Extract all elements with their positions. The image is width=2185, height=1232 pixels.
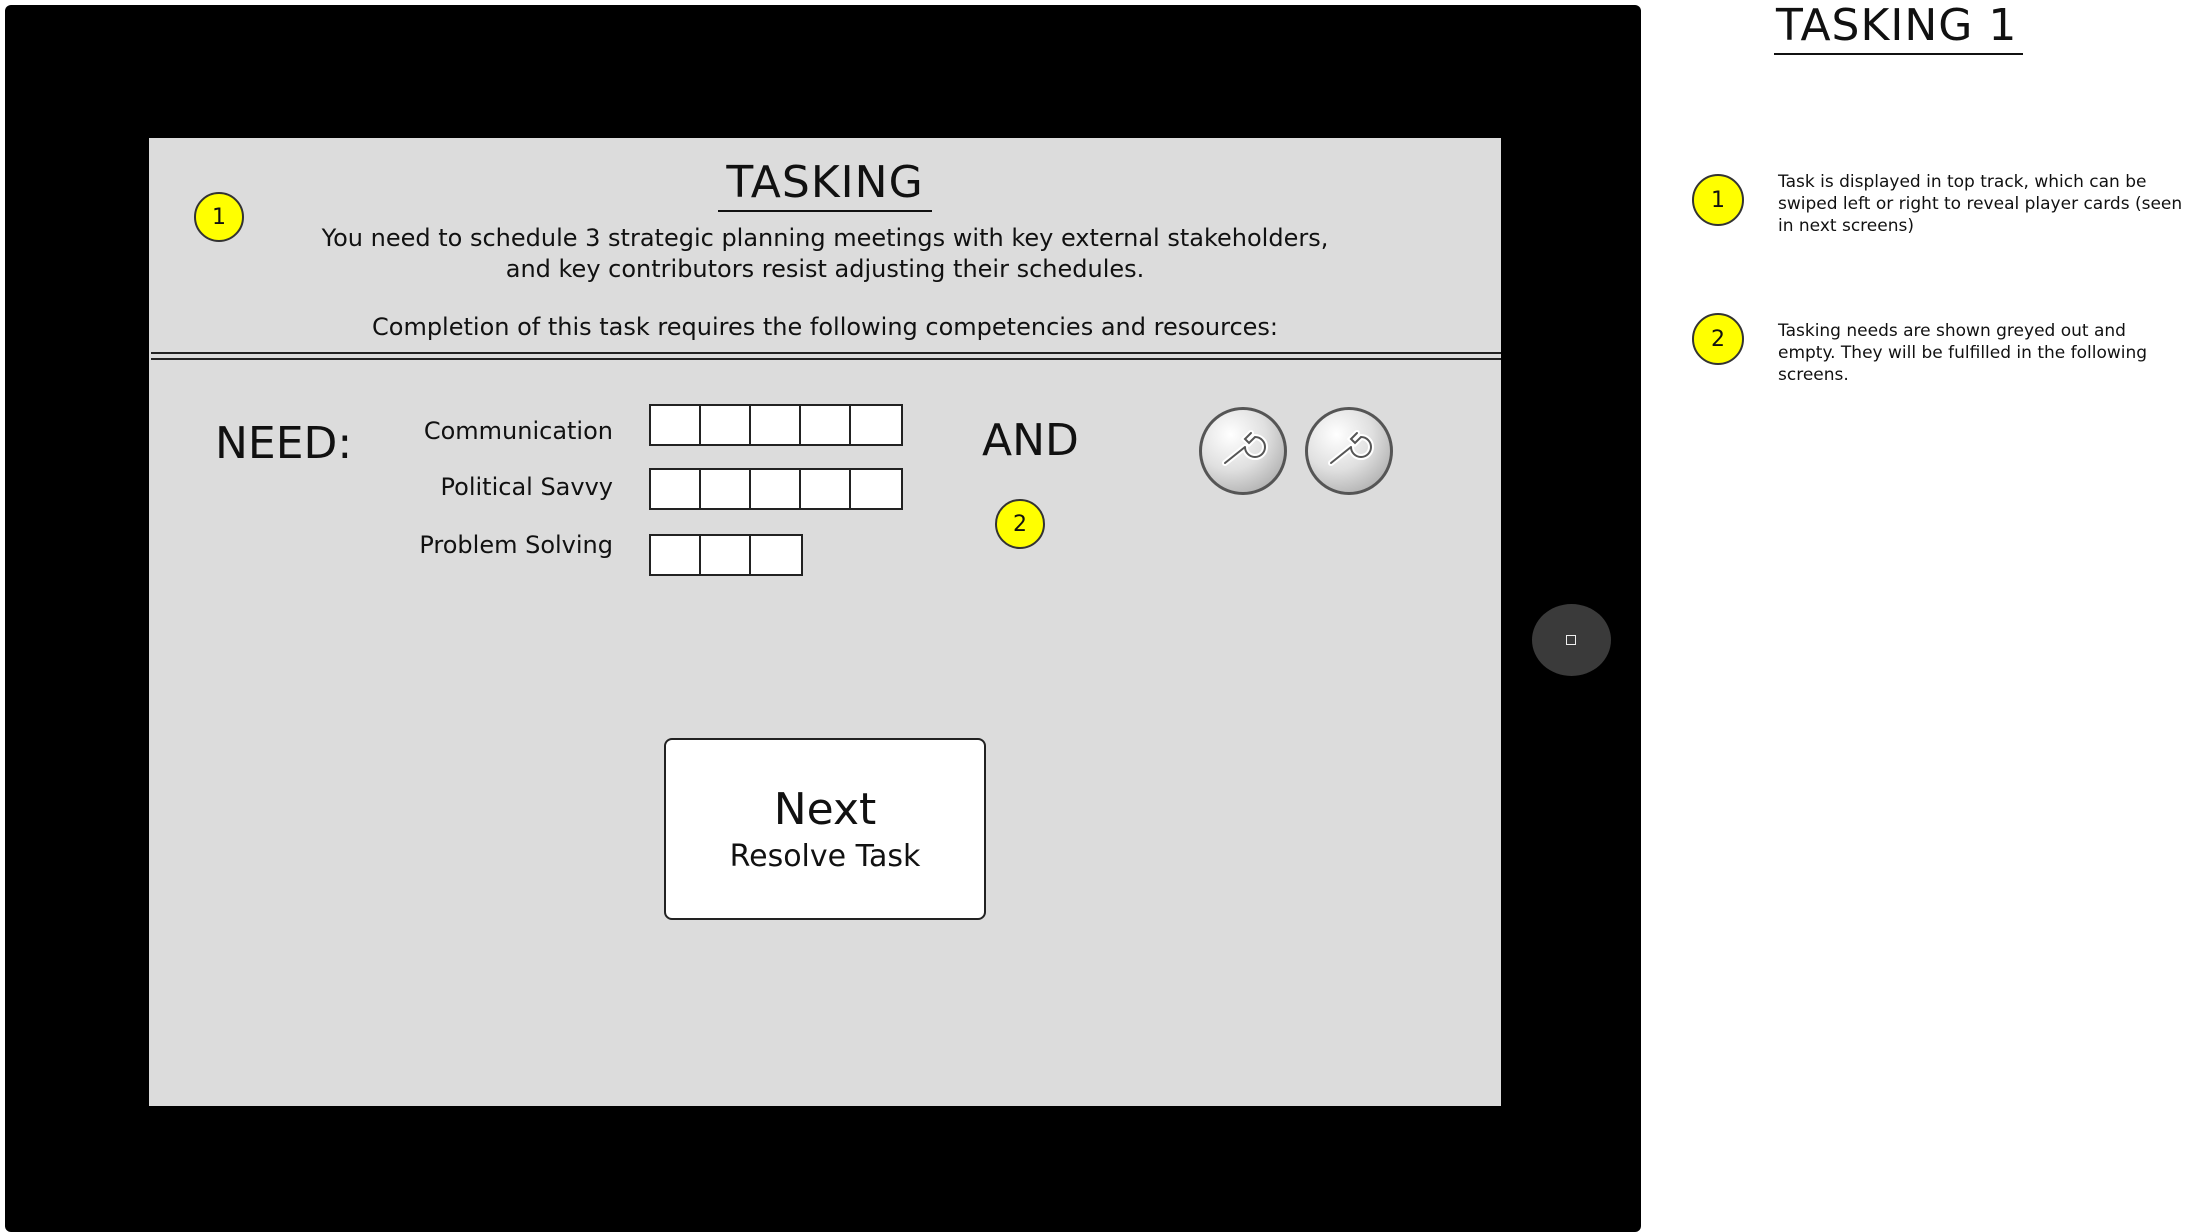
tablet-frame: TASKING 1 You need to schedule 3 strateg… (5, 5, 1641, 1232)
empty-slot (701, 470, 751, 508)
annotation-page-title: TASKING 1 (1774, 0, 2024, 55)
competency-label-political-savvy: Political Savvy (440, 473, 613, 501)
empty-slot (801, 406, 851, 444)
competency-slots-communication (649, 404, 903, 446)
empty-slot (651, 406, 701, 444)
empty-slot (751, 406, 801, 444)
tasking-screen: TASKING 1 You need to schedule 3 strateg… (149, 138, 1501, 1106)
empty-slot (701, 406, 751, 444)
annotation-note-badge-2: 2 (1692, 313, 1744, 365)
task-description-line: and key contributors resist adjusting th… (505, 255, 1145, 283)
annotation-note-2: Tasking needs are shown greyed out and e… (1778, 321, 2148, 385)
empty-slot (701, 536, 751, 574)
screen-title: TASKING (149, 157, 1501, 212)
empty-slot (801, 470, 851, 508)
empty-slot (651, 536, 701, 574)
competency-slots-problem-solving (649, 534, 803, 576)
annotation-note-badge-1: 1 (1692, 174, 1744, 226)
task-description: You need to schedule 3 strategic plannin… (149, 223, 1501, 285)
wrench-icon (1305, 407, 1393, 495)
empty-slot (851, 470, 901, 508)
next-resolve-task-button[interactable]: Next Resolve Task (664, 738, 986, 920)
divider (151, 358, 1501, 360)
divider (151, 352, 1501, 354)
competency-label-problem-solving: Problem Solving (419, 531, 613, 559)
empty-slot (751, 536, 801, 574)
next-button-sublabel: Resolve Task (729, 839, 921, 874)
requirement-text: Completion of this task requires the fol… (372, 313, 1278, 341)
annotation-note-1: Task is displayed in top track, which ca… (1778, 172, 2183, 236)
and-label: AND (982, 415, 1079, 466)
competency-label-communication: Communication (423, 417, 613, 445)
empty-slot (651, 470, 701, 508)
empty-slot (751, 470, 801, 508)
home-square-icon (1566, 635, 1576, 645)
competency-slots-political-savvy (649, 468, 903, 510)
empty-slot (851, 406, 901, 444)
task-description-line: You need to schedule 3 strategic plannin… (321, 224, 1329, 252)
home-button[interactable] (1532, 604, 1611, 676)
next-button-label: Next (773, 784, 877, 835)
annotation-badge-2: 2 (995, 499, 1045, 549)
wrench-icon (1199, 407, 1287, 495)
